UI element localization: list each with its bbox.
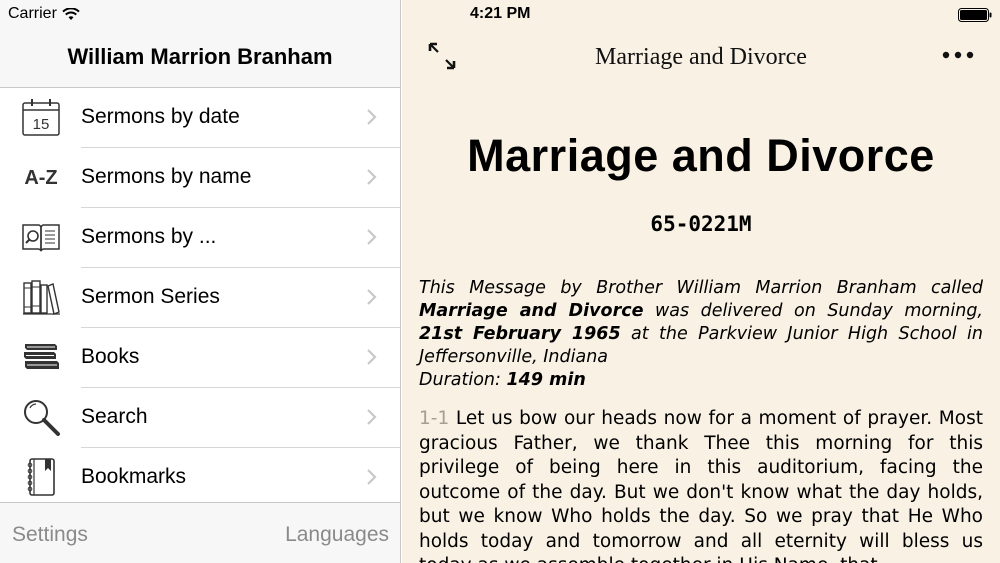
book-search-icon	[20, 216, 62, 258]
menu-list: 15 Sermons by date A-Z Sermons by name S…	[0, 88, 400, 508]
chevron-right-icon	[367, 169, 377, 185]
intro-sermon-name: Marriage and Divorce	[419, 301, 644, 321]
status-bar: Carrier 4:21 PM	[0, 0, 1000, 30]
menu-item-search[interactable]: Search	[0, 388, 400, 448]
document-title: Marriage and Divorce	[467, 130, 935, 181]
menu-item-label: Sermons by name	[81, 165, 252, 188]
chevron-right-icon	[367, 469, 377, 485]
sermon-paragraph: 1-1 Let us bow our heads now for a momen…	[419, 407, 983, 563]
books-stack-icon	[20, 336, 62, 378]
intro-text: This Message by Brother William Marrion …	[419, 278, 983, 298]
master-toolbar: Settings Languages	[0, 502, 400, 563]
more-options-icon[interactable]	[942, 48, 974, 62]
status-time: 4:21 PM	[470, 5, 531, 22]
intro-text: was delivered on Sunday morning,	[643, 301, 983, 321]
paragraph-number: 1-1	[419, 408, 450, 429]
paragraph-text: Let us bow our heads now for a moment of…	[419, 408, 983, 563]
menu-item-label: Sermon Series	[81, 285, 220, 308]
calendar-icon: 15	[20, 96, 62, 138]
menu-item-label: Books	[81, 345, 140, 368]
sermon-intro: This Message by Brother William Marrion …	[419, 277, 983, 392]
menu-item-label: Sermons by ...	[81, 225, 217, 248]
calendar-day-number: 15	[33, 116, 50, 133]
menu-item-bookmarks[interactable]: Bookmarks	[0, 448, 400, 508]
sermon-code: 65-0221M	[650, 212, 752, 236]
magnifier-icon	[20, 396, 62, 438]
duration-value: 149 min	[506, 370, 586, 390]
bookshelf-icon	[20, 276, 62, 318]
settings-button[interactable]: Settings	[12, 523, 88, 547]
duration-label: Duration:	[419, 370, 507, 390]
carrier-indicator: Carrier	[8, 5, 80, 23]
battery-icon	[958, 8, 992, 22]
intro-date: 21st February 1965	[419, 324, 621, 344]
menu-item-sermons-by-date[interactable]: 15 Sermons by date	[0, 88, 400, 148]
a-z-icon-text: A-Z	[24, 167, 57, 189]
a-z-icon: A-Z	[20, 156, 62, 198]
chevron-right-icon	[367, 409, 377, 425]
wifi-icon	[62, 7, 80, 20]
languages-button[interactable]: Languages	[285, 523, 389, 547]
menu-item-sermon-series[interactable]: Sermon Series	[0, 268, 400, 328]
chevron-right-icon	[367, 289, 377, 305]
menu-item-label: Sermons by date	[81, 105, 240, 128]
master-panel: William Marrion Branham 15 Sermons by da…	[0, 0, 401, 563]
bookmark-book-icon	[20, 456, 62, 498]
chevron-right-icon	[367, 229, 377, 245]
menu-item-label: Search	[81, 405, 148, 428]
menu-item-books[interactable]: Books	[0, 328, 400, 388]
menu-item-sermons-by-name[interactable]: A-Z Sermons by name	[0, 148, 400, 208]
master-title: William Marrion Branham	[67, 44, 333, 69]
detail-nav-title: Marriage and Divorce	[595, 44, 807, 70]
chevron-right-icon	[367, 349, 377, 365]
chevron-right-icon	[367, 109, 377, 125]
carrier-label: Carrier	[8, 5, 57, 22]
menu-item-label: Bookmarks	[81, 465, 187, 488]
detail-panel: Marriage and Divorce Marriage and Divorc…	[402, 0, 1000, 563]
menu-item-sermons-by-other[interactable]: Sermons by ...	[0, 208, 400, 268]
